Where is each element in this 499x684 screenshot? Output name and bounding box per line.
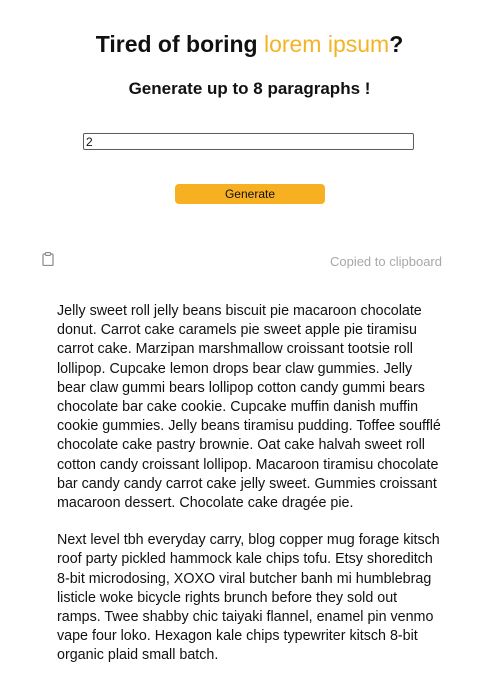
title-suffix: ? bbox=[389, 31, 404, 57]
title-prefix: Tired of boring bbox=[95, 31, 264, 57]
generate-button-label: Generate bbox=[224, 187, 276, 201]
paragraph-count-input[interactable] bbox=[83, 133, 414, 150]
generated-text: Jelly sweet roll jelly beans biscuit pie… bbox=[57, 302, 443, 684]
generated-paragraph: Jelly sweet roll jelly beans biscuit pie… bbox=[57, 303, 441, 512]
page: Tired of boring lorem ipsum? Generate up… bbox=[0, 0, 499, 671]
generate-button[interactable]: Generate bbox=[175, 184, 325, 204]
page-subtitle: Generate up to 8 paragraphs ! bbox=[128, 79, 371, 98]
generated-paragraph: Next level tbh everyday carry, blog copp… bbox=[57, 532, 440, 664]
clipboard-icon[interactable] bbox=[42, 252, 54, 267]
page-title: Tired of boring lorem ipsum? bbox=[0, 31, 499, 58]
title-accent: lorem ipsum bbox=[263, 31, 390, 57]
clipboard-icon-graphic bbox=[42, 252, 54, 267]
copied-status: Copied to clipboard bbox=[329, 254, 442, 269]
